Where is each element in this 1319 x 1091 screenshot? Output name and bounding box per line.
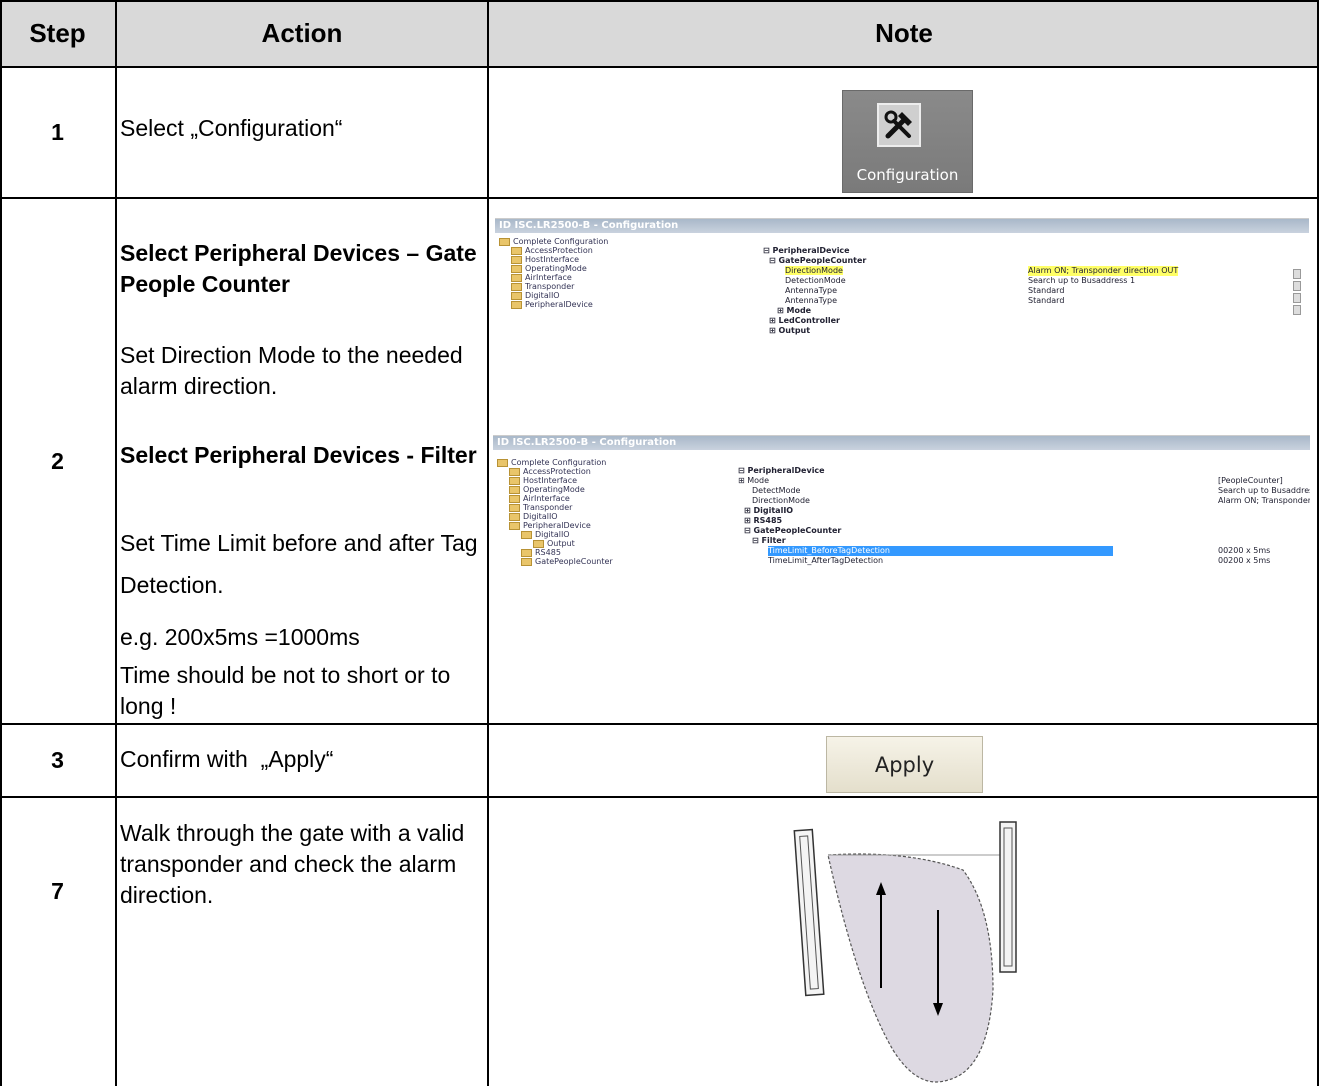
action-text: Walk through the gate with a valid trans… — [120, 820, 465, 908]
action-heading: Select Peripheral Devices – Gate People … — [120, 240, 477, 297]
action-heading: Select Peripheral Devices - Filter — [120, 442, 477, 468]
action-text: e.g. 200x5ms =1000ms — [120, 624, 360, 650]
tree-item: Transponder — [497, 503, 727, 512]
property-row: ⊞ Mode [PeopleCounter] — [738, 476, 1283, 485]
tree-item: DigitalIO — [497, 530, 727, 539]
property-row: ⊟ GatePeopleCounter — [769, 256, 867, 265]
tree-item: HostInterface — [499, 255, 729, 264]
tree-item: Complete Configuration — [497, 458, 727, 467]
grid-line — [487, 0, 489, 1086]
header-note: Note — [489, 0, 1319, 66]
configuration-label: Configuration — [856, 166, 959, 184]
tree-item: OperatingMode — [499, 264, 729, 273]
screenshot-title: ID ISC.LR2500-B - Configuration — [493, 436, 1310, 450]
action-text: Confirm with „Apply“ — [120, 746, 334, 772]
property-row: TimeLimit_AfterTagDetection 00200 x 5ms — [768, 556, 1271, 565]
step-number: 1 — [51, 119, 64, 145]
action-text: Set Direction Mode to the needed alarm d… — [120, 342, 463, 399]
property-row: ⊞ RS485 — [744, 516, 783, 525]
apply-button[interactable]: Apply — [826, 736, 983, 793]
config-tree: Complete Configuration AccessProtection … — [497, 458, 727, 566]
action-text: Time should be not to short or to long ! — [120, 662, 451, 719]
header-step: Step — [0, 0, 115, 66]
dropdown-arrow-icon[interactable] — [1293, 293, 1301, 303]
tree-item: PeripheralDevice — [497, 521, 727, 530]
gate-diagram — [788, 800, 1018, 1086]
property-row: DetectModeSearch up to Busaddress 1 — [752, 486, 1310, 495]
configuration-button[interactable]: Configuration — [842, 90, 973, 193]
property-row: TimeLimit_BeforeTagDetection 00200 x 5ms — [768, 546, 1271, 556]
tree-item: AirInterface — [499, 273, 729, 282]
tree-item: OperatingMode — [497, 485, 727, 494]
property-row: ⊞ LedController — [769, 316, 840, 325]
tree-item: DigitalIO — [497, 512, 727, 521]
property-row: ⊞ Mode — [777, 306, 812, 315]
tree-item: RS485 — [497, 548, 727, 557]
property-row: ⊟ Filter — [752, 536, 786, 545]
screenshot-title: ID ISC.LR2500-B - Configuration — [495, 219, 1309, 233]
property-row: AntennaType Standard — [785, 296, 1065, 305]
right-antenna — [999, 821, 1017, 973]
tree-item: AccessProtection — [497, 467, 727, 476]
instruction-table: Step Action Note 1 Select „Configuration… — [0, 0, 1319, 1086]
header-action: Action — [117, 0, 487, 66]
step-number: 7 — [51, 877, 64, 904]
property-row: ⊞ DigitalIO — [744, 506, 794, 515]
action-text: Set Time Limit before and after Tag Dete… — [120, 530, 478, 598]
property-row: ⊞ Output — [769, 326, 811, 335]
tree-item: GatePeopleCounter — [497, 557, 727, 566]
tree-item: AirInterface — [497, 494, 727, 503]
tools-icon — [877, 103, 921, 147]
property-row: DirectionModeAlarm ON; Transponder direc… — [785, 266, 1179, 276]
configuration-screenshot-filter: ID ISC.LR2500-B - Configuration Complete… — [493, 435, 1310, 599]
grid-line — [0, 197, 1319, 199]
tree-item: PeripheralDevice — [499, 300, 729, 309]
dropdown-arrow-icon[interactable] — [1293, 281, 1301, 291]
tree-item: DigitalIO — [499, 291, 729, 300]
grid-line — [0, 723, 1319, 725]
grid-line — [0, 796, 1319, 798]
dropdown-arrow-icon[interactable] — [1293, 269, 1301, 279]
property-grid: ⊟ PeripheralDevice ⊞ Mode [PeopleCounter]… — [738, 466, 1310, 566]
config-tree: Complete Configuration AccessProtection … — [499, 237, 729, 309]
tree-item: Transponder — [499, 282, 729, 291]
step-number: 3 — [51, 747, 64, 773]
property-row: ⊟ PeripheralDevice — [738, 466, 825, 475]
step-number: 2 — [51, 447, 64, 474]
configuration-screenshot-direction: ID ISC.LR2500-B - Configuration Complete… — [495, 218, 1309, 355]
property-row: DetectionMode Search up to Busaddress 1 — [785, 276, 1136, 285]
grid-line — [115, 0, 117, 1086]
grid-line — [0, 66, 1319, 68]
tree-item: HostInterface — [497, 476, 727, 485]
action-text: Select „Configuration“ — [120, 115, 343, 141]
property-grid: ⊟ PeripheralDevice ⊟ GatePeopleCounter D… — [763, 246, 1303, 336]
property-row: ⊟ GatePeopleCounter — [744, 526, 842, 535]
grid-line — [0, 0, 1319, 2]
property-row: AntennaType Standard — [785, 286, 1065, 295]
property-row: DirectionModeAlarm ON; Transponder direc… — [752, 496, 1310, 505]
tree-item: Complete Configuration — [499, 237, 729, 246]
tree-item: Output — [497, 539, 727, 548]
dropdown-arrow-icon[interactable] — [1293, 305, 1301, 315]
tree-item: AccessProtection — [499, 246, 729, 255]
property-row: ⊟ PeripheralDevice — [763, 246, 850, 255]
